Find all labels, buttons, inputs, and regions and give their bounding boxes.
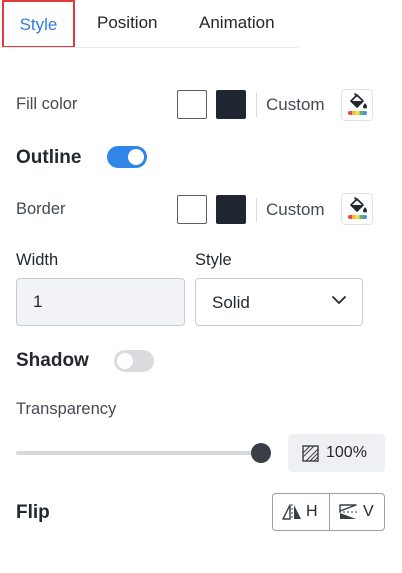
line-style-selected: Solid <box>212 293 250 312</box>
tab-animation[interactable]: Animation <box>199 0 275 48</box>
outline-toggle[interactable] <box>107 146 147 168</box>
color-spectrum-strip <box>348 215 367 219</box>
flip-vertical-icon <box>339 504 357 519</box>
tab-position[interactable]: Position <box>97 0 157 48</box>
transparency-icon <box>302 445 319 462</box>
shadow-toggle[interactable] <box>114 350 154 372</box>
shadow-heading: Shadow <box>16 350 89 371</box>
transparency-slider-thumb[interactable] <box>251 443 271 463</box>
border-custom-button[interactable]: Custom <box>266 200 325 220</box>
toggle-knob <box>128 149 144 165</box>
width-label: Width <box>16 251 59 269</box>
transparency-slider-track[interactable] <box>16 451 262 455</box>
transparency-label: Transparency <box>16 400 117 418</box>
width-input[interactable]: 1 <box>16 278 185 326</box>
fill-swatch-white[interactable] <box>177 90 207 119</box>
paint-bucket-icon <box>350 197 367 213</box>
paint-bucket-icon <box>350 93 367 109</box>
flip-heading: Flip <box>16 502 50 523</box>
fill-swatch-dark[interactable] <box>216 90 246 119</box>
flip-button-group: H V <box>272 493 385 531</box>
transparency-value: 100% <box>326 444 367 461</box>
tab-bar: Style Position Animation <box>0 0 402 48</box>
tab-divider <box>0 47 298 48</box>
flip-horizontal-label: H <box>306 503 318 520</box>
flip-horizontal-icon <box>282 504 301 520</box>
divider <box>256 93 257 117</box>
border-swatch-dark[interactable] <box>216 195 246 224</box>
outline-heading: Outline <box>16 147 82 168</box>
style-label: Style <box>195 251 232 269</box>
flip-vertical-label: V <box>363 503 374 520</box>
toggle-knob <box>117 353 133 369</box>
border-color-picker-button[interactable] <box>341 193 373 225</box>
divider <box>256 198 257 222</box>
fill-color-picker-button[interactable] <box>341 89 373 121</box>
fill-color-label: Fill color <box>16 95 78 113</box>
fill-custom-button[interactable]: Custom <box>266 95 325 115</box>
tab-style[interactable]: Style <box>2 0 75 48</box>
flip-vertical-button[interactable]: V <box>329 494 385 530</box>
color-spectrum-strip <box>348 111 367 115</box>
border-swatch-white[interactable] <box>177 195 207 224</box>
border-label: Border <box>16 200 66 218</box>
flip-horizontal-button[interactable]: H <box>273 494 329 530</box>
transparency-value-box[interactable]: 100% <box>288 434 385 472</box>
line-style-select[interactable]: Solid <box>195 278 363 326</box>
chevron-down-icon <box>332 296 346 304</box>
